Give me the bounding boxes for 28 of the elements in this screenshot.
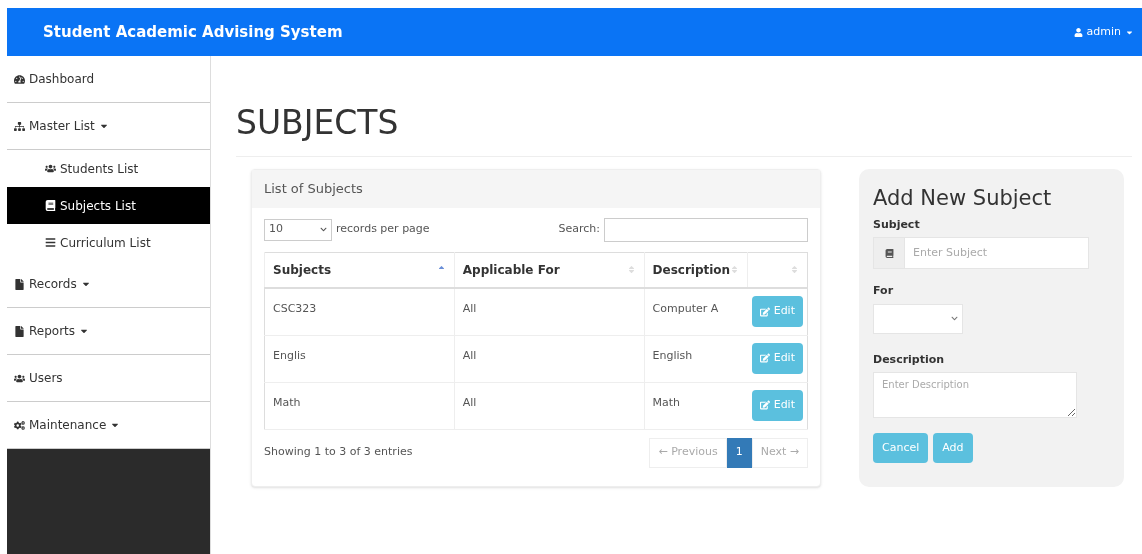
description-field[interactable]: Enter Description — [873, 372, 1077, 419]
page-title: SUBJECTS — [236, 98, 1132, 157]
user-menu[interactable]: admin — [1073, 23, 1134, 41]
pagination-button[interactable]: 1 — [726, 437, 752, 468]
table-cell: All — [454, 335, 645, 382]
column-header[interactable]: Description — [644, 252, 748, 288]
table-cell: CSC323 — [264, 288, 455, 335]
field-label: For — [873, 283, 895, 300]
field-label: Subject — [873, 216, 921, 233]
table-cell: Math — [644, 382, 748, 429]
app-title: Student Academic Advising System — [43, 21, 343, 43]
table-cell: Computer A — [644, 288, 748, 335]
page-size-select[interactable]: 10 — [264, 218, 332, 241]
table-cell: All — [454, 288, 645, 335]
search-label: Search: — [558, 221, 600, 238]
panel-title: List of Subjects — [264, 179, 363, 198]
column-header[interactable]: Subjects — [264, 252, 455, 288]
column-header[interactable]: Applicable For — [454, 252, 645, 288]
form-title: Add New Subject — [873, 184, 1053, 211]
entries-info: Showing 1 to 3 of 3 entries — [264, 444, 413, 461]
table-cell: Math — [264, 382, 455, 429]
table-cell: Englis — [264, 335, 455, 382]
field-label: Description — [873, 351, 946, 368]
table-cell: English — [644, 335, 748, 382]
sidebar-subitem[interactable]: Subjects List — [7, 187, 210, 224]
subject-field[interactable]: Enter Subject — [905, 237, 1089, 270]
page-size-label: records per page — [336, 221, 430, 238]
table-cell: All — [454, 382, 645, 429]
